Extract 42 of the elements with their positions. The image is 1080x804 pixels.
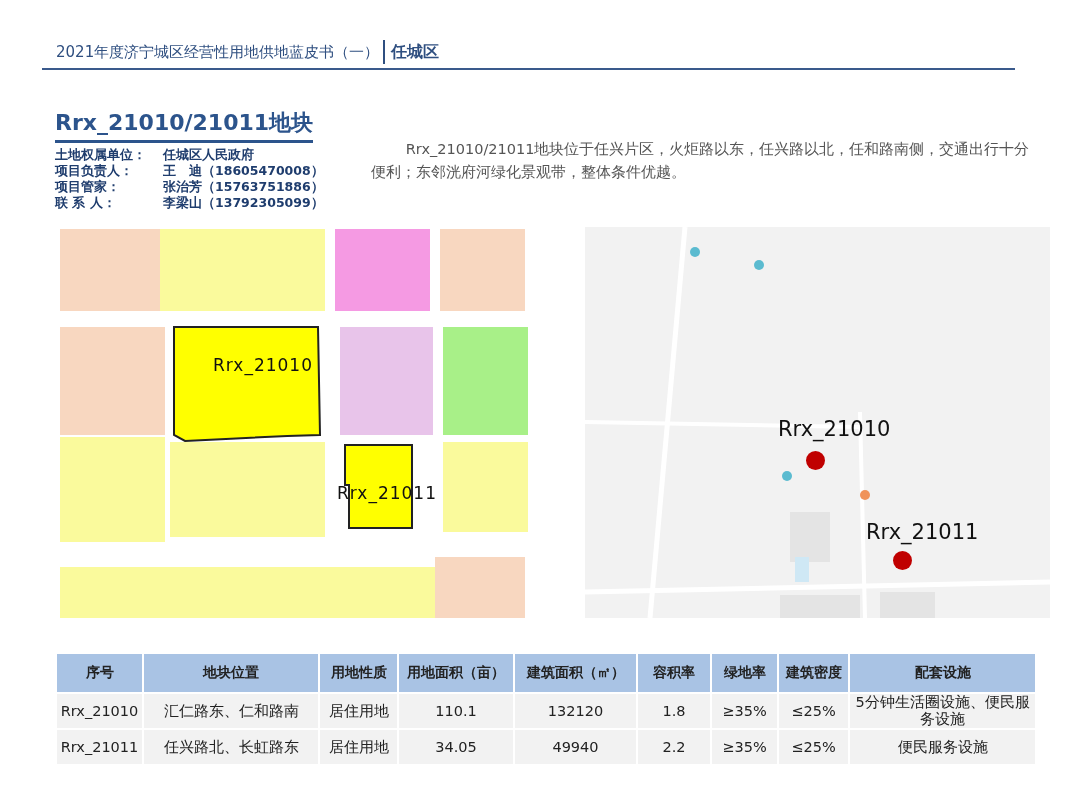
info-value: 李梁山（13792305099） (163, 195, 325, 211)
document-title: 2021年度济宁城区经营性用地供地蓝皮书（一） (56, 42, 380, 62)
table-cell: 1.8 (637, 693, 711, 729)
column-header: 配套设施 (849, 653, 1036, 693)
table-cell: ≥35% (711, 729, 778, 765)
table-cell: 居住用地 (319, 693, 398, 729)
district-title: 任城区 (391, 41, 440, 63)
column-header: 容积率 (637, 653, 711, 693)
column-header: 序号 (56, 653, 143, 693)
plot-label: Rrx_21010 (213, 355, 313, 375)
table-cell: 132120 (514, 693, 637, 729)
table-cell: ≥35% (711, 693, 778, 729)
table-cell: ≤25% (778, 729, 849, 765)
info-value: 张治芳（15763751886） (163, 179, 325, 195)
table-cell: 居住用地 (319, 729, 398, 765)
column-header: 用地性质 (319, 653, 398, 693)
plot-title: Rrx_21010/21011地块 (55, 108, 314, 143)
info-value: 王 迪（18605470008） (163, 163, 325, 179)
table-cell: 110.1 (398, 693, 514, 729)
column-header: 绿地率 (711, 653, 778, 693)
table-cell: 便民服务设施 (849, 729, 1036, 765)
table-cell: 34.05 (398, 729, 514, 765)
info-label: 土地权属单位： (55, 147, 147, 163)
table-cell: ≤25% (778, 693, 849, 729)
marker-label: Rrx_21011 (866, 520, 979, 544)
column-header: 建筑密度 (778, 653, 849, 693)
info-label: 项目管家： (55, 179, 121, 195)
column-header: 用地面积（亩） (398, 653, 514, 693)
column-header: 建筑面积（㎡） (514, 653, 637, 693)
table-cell: 任兴路北、长虹路东 (143, 729, 319, 765)
table-cell: 汇仁路东、仁和路南 (143, 693, 319, 729)
column-header: 地块位置 (143, 653, 319, 693)
info-label: 项目负责人： (55, 163, 134, 179)
table-cell: 5分钟生活圈设施、便民服务设施 (849, 693, 1036, 729)
table-cell: Rrx_21011 (56, 729, 143, 765)
table-cell: 49940 (514, 729, 637, 765)
table-cell: 2.2 (637, 729, 711, 765)
info-value: 任城区人民政府 (163, 147, 255, 163)
table-cell: Rrx_21010 (56, 693, 143, 729)
info-label: 联 系 人： (55, 195, 117, 211)
plot-description: Rrx_21010/21011地块位于任兴片区，火炬路以东，任兴路以北，任和路南侧，交通出行十分便利；东邻洸府河绿化景观带，整体条件优越。 (371, 140, 1031, 182)
marker-label: Rrx_21010 (778, 417, 891, 441)
